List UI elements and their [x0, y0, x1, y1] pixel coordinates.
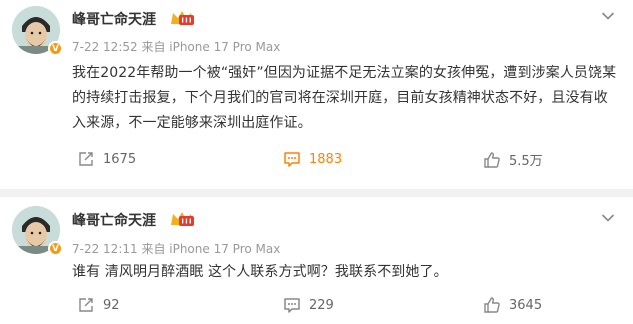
- like-button[interactable]: 3645: [483, 296, 542, 314]
- post-text: 我在2022年帮助一个被“强奸”但因为证据不足无法立案的女孩伸冤，遭到涉案人员饶…: [72, 65, 617, 131]
- share-icon: [79, 152, 93, 166]
- like-icon: [484, 151, 500, 168]
- like-button[interactable]: 5.5万: [483, 150, 543, 169]
- author-name[interactable]: 峰哥亡命天涯: [72, 210, 156, 230]
- comment-button[interactable]: 229: [283, 296, 334, 314]
- vip-crown-icon: [171, 11, 194, 25]
- post: V 峰哥亡命天涯 7-22 12:11 来自 iPhone 17 Pro Max…: [0, 197, 633, 324]
- post-separator: [0, 189, 633, 197]
- comment-button[interactable]: 1883: [283, 150, 342, 168]
- comment-count: 229: [309, 297, 334, 313]
- author-name[interactable]: 峰哥亡命天涯: [72, 9, 156, 29]
- like-count: 3645: [509, 297, 543, 313]
- share-icon: [79, 298, 93, 312]
- share-count: 92: [103, 297, 120, 313]
- verified-badge-icon: V: [48, 241, 63, 256]
- comment-icon: [284, 152, 300, 167]
- like-count: 5.5万: [509, 154, 543, 169]
- comment-icon: [284, 298, 300, 313]
- post-meta: 7-22 12:11 来自 iPhone 17 Pro Max: [72, 242, 281, 256]
- action-bar: 1675 1883 5.5万: [0, 150, 633, 172]
- share-button[interactable]: 92: [77, 296, 120, 314]
- post: V 峰哥亡命天涯 7-22 12:52 来自 iPhone 17 Pro Max…: [0, 0, 633, 189]
- share-count: 1675: [103, 151, 137, 167]
- post-meta: 7-22 12:52 来自 iPhone 17 Pro Max: [72, 40, 281, 54]
- vip-crown-icon: [171, 212, 194, 226]
- like-icon: [484, 297, 500, 313]
- comment-count: 1883: [309, 151, 343, 167]
- action-bar: 92 229 3645: [0, 296, 633, 318]
- chevron-down-icon[interactable]: [601, 11, 615, 21]
- chevron-down-icon[interactable]: [601, 213, 615, 223]
- post-text: 谁有 清风明月醉酒眠 这个人联系方式啊？我联系不到她了。: [72, 264, 448, 280]
- share-button[interactable]: 1675: [77, 150, 136, 168]
- verified-badge-icon: V: [48, 41, 63, 56]
